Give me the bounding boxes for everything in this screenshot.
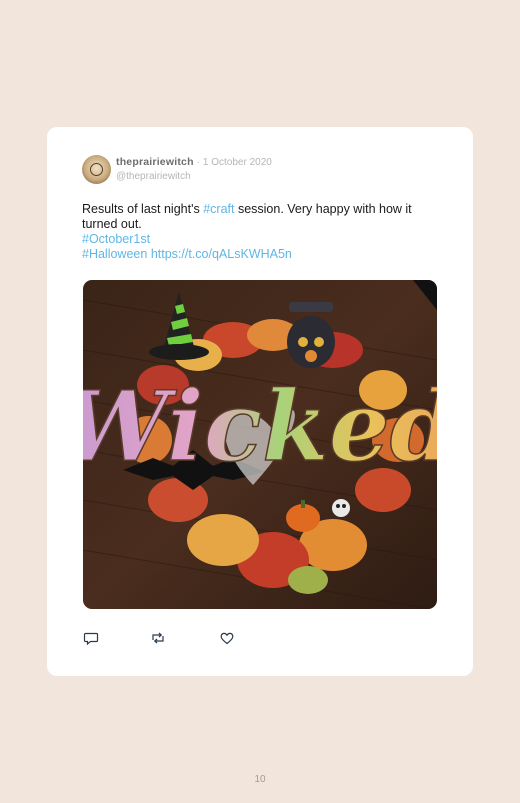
hashtag-halloween[interactable]: #Halloween [82,247,147,261]
wreath-photo: Wicked [83,280,437,609]
tweet-text-part: Results of last night's [82,202,204,216]
avatar[interactable] [82,155,111,184]
page-number: 10 [254,774,266,785]
retweet-icon[interactable] [150,630,166,646]
reply-icon[interactable] [83,630,99,646]
tweet-link[interactable]: https://t.co/qALsKWHA5n [151,247,292,261]
tweet-text: Results of last night's #craft session. … [82,202,447,262]
user-line: theprairiewitch · 1 October 2020 [116,156,272,168]
separator: · [196,157,200,168]
display-name[interactable]: theprairiewitch [116,156,194,168]
photo-word: Wicked [83,370,437,483]
tweet-card: theprairiewitch · 1 October 2020 @thepra… [47,127,473,676]
hashtag-october1st[interactable]: #October1st [82,232,150,246]
tweet-date[interactable]: 1 October 2020 [203,157,272,168]
avatar-emblem-icon [90,163,103,176]
heart-icon[interactable] [219,630,235,646]
hashtag-craft[interactable]: #craft [203,202,234,216]
tweet-photo[interactable]: Wicked [83,280,437,609]
user-handle[interactable]: @theprairiewitch [116,171,191,182]
